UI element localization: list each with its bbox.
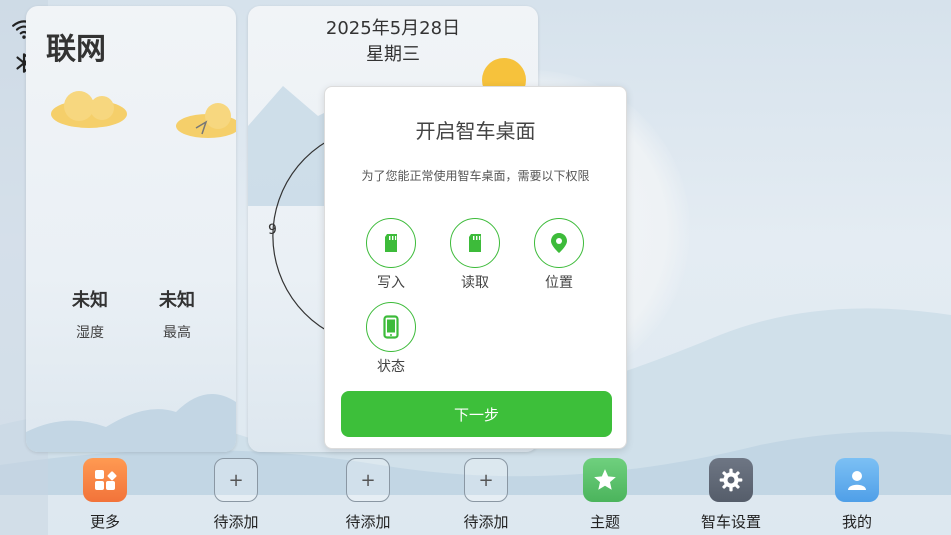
dock-label-placeholder-1: 待添加: [213, 513, 259, 531]
dock-label-placeholder-3: 待添加: [463, 513, 509, 531]
weather-card[interactable]: 联网 未知 湿度 未知 最高: [26, 6, 236, 452]
permission-write-circle: [366, 218, 416, 268]
phone-icon: [383, 315, 399, 339]
dock-label-placeholder-2: 待添加: [345, 513, 391, 531]
dock-label-theme: 主题: [589, 513, 620, 531]
sd-card-icon: [469, 234, 481, 252]
plus-icon: +: [464, 458, 508, 502]
dock-item-placeholder-2[interactable]: + 待添加: [323, 458, 413, 532]
permission-location-label: 位置: [545, 275, 573, 291]
dock-label-settings: 智车设置: [700, 513, 761, 531]
location-pin-icon: [551, 233, 567, 253]
sd-card-icon: [385, 234, 397, 252]
permission-write[interactable]: 写入: [356, 218, 426, 292]
humidity-value: 未知: [72, 290, 108, 311]
permission-read-label: 读取: [461, 275, 489, 291]
humidity-stat: 未知 湿度: [60, 286, 120, 342]
cloud-illustration: [176, 103, 236, 138]
dock-item-placeholder-3[interactable]: + 待添加: [441, 458, 531, 532]
dialog-title: 开启智车桌面: [415, 119, 536, 143]
star-icon: [583, 458, 627, 502]
permission-read-circle: [450, 218, 500, 268]
permission-dialog: 开启智车桌面 为了您能正常使用智车桌面，需要以下权限 写入 读取 位置 状态 下…: [324, 86, 627, 449]
high-temp-label: 最高: [163, 325, 191, 341]
user-icon: [835, 458, 879, 502]
next-step-button[interactable]: 下一步: [341, 391, 612, 437]
dialog-description: 为了您能正常使用智车桌面，需要以下权限: [361, 169, 590, 183]
clock-number-9: 9: [268, 222, 277, 238]
high-temp-value: 未知: [159, 290, 195, 311]
permission-location[interactable]: 位置: [524, 218, 594, 292]
dock-label-profile: 我的: [841, 513, 872, 531]
mountain-illustration: [26, 394, 236, 452]
permission-write-label: 写入: [377, 275, 405, 291]
permission-phone-state[interactable]: 状态: [356, 302, 426, 376]
dock-item-placeholder-1[interactable]: + 待添加: [191, 458, 281, 532]
dock-item-profile[interactable]: 我的: [812, 458, 902, 532]
permission-location-circle: [534, 218, 584, 268]
permission-read[interactable]: 读取: [440, 218, 510, 292]
dock-item-more[interactable]: 更多: [60, 458, 150, 532]
date-text: 2025年5月28日: [325, 18, 461, 39]
dock-label-more: 更多: [89, 513, 120, 531]
dock-item-settings[interactable]: 智车设置: [686, 458, 776, 532]
high-temp-stat: 未知 最高: [147, 286, 207, 342]
humidity-label: 湿度: [76, 325, 104, 341]
plus-icon: +: [214, 458, 258, 502]
weather-title: 联网: [46, 32, 106, 67]
plus-icon: +: [346, 458, 390, 502]
gear-icon: [709, 458, 753, 502]
permission-phone-state-label: 状态: [377, 359, 405, 375]
permission-phone-state-circle: [366, 302, 416, 352]
dock-item-theme[interactable]: 主题: [560, 458, 650, 532]
apps-grid-icon: [83, 458, 127, 502]
cloud-illustration: [51, 91, 127, 128]
